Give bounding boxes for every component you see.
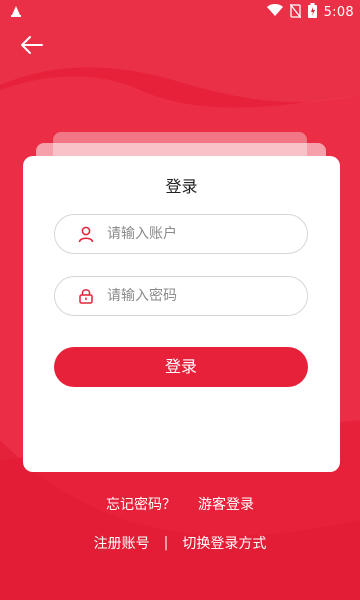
login-title: 登录 (165, 177, 198, 196)
guest-login-link[interactable]: 游客登录 (198, 494, 254, 514)
status-time: 5:08 (323, 5, 354, 20)
password-input[interactable] (105, 287, 289, 305)
password-field[interactable] (54, 276, 308, 316)
notification-icon (10, 3, 22, 21)
status-bar: 5:08 (0, 0, 360, 22)
back-arrow-icon (21, 36, 43, 54)
login-button[interactable]: 登录 (54, 347, 308, 387)
battery-icon (307, 3, 317, 22)
account-input[interactable] (105, 225, 289, 243)
no-sim-icon (289, 3, 302, 22)
link-divider: | (163, 535, 169, 551)
forgot-password-link[interactable]: 忘记密码？ (106, 494, 176, 514)
wifi-icon (266, 4, 283, 21)
login-card: 登录 登录 (23, 156, 340, 472)
back-button[interactable] (18, 33, 48, 59)
account-links: 注册账号 | 切换登录方式 (0, 533, 360, 553)
switch-login-link[interactable]: 切换登录方式 (182, 533, 266, 553)
account-field[interactable] (54, 214, 308, 254)
user-icon (77, 225, 95, 243)
lock-icon (77, 287, 95, 305)
secondary-links: 忘记密码？ 游客登录 (0, 494, 360, 514)
register-link[interactable]: 注册账号 (94, 533, 150, 553)
